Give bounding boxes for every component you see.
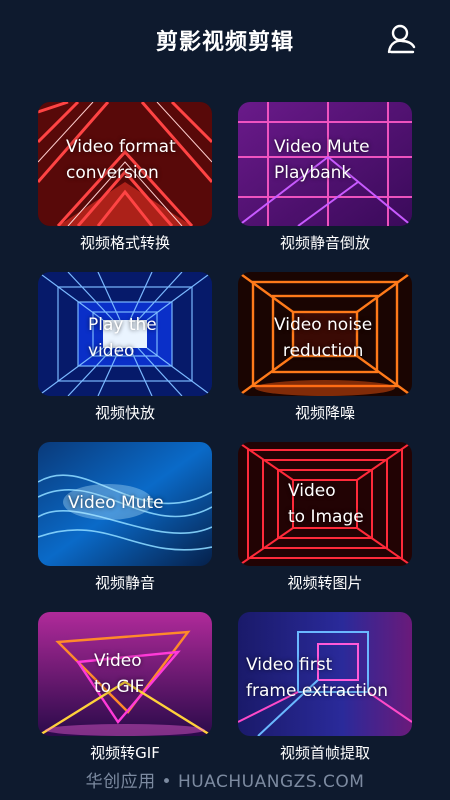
tool-label-noise-reduction[interactable]: 视频降噪 <box>238 402 412 423</box>
tool-label-mute-reverse[interactable]: 视频静音倒放 <box>238 232 412 253</box>
tool-card-first-frame[interactable]: Video first frame extraction <box>238 612 412 736</box>
card-text: Video to GIF <box>94 651 145 697</box>
tool-card-mute[interactable]: Video Mute <box>38 442 212 566</box>
card-text: Play the video <box>88 315 157 361</box>
watermark: 华创应用 • HUACHUANGZS.COM <box>85 772 365 792</box>
tool-label-first-frame[interactable]: 视频首帧提取 <box>238 742 412 763</box>
tool-card-to-image[interactable]: Video to Image <box>238 442 412 566</box>
tool-card-format-conversion[interactable]: Video format conversion <box>38 102 212 226</box>
card-text: Video format conversion <box>66 137 176 183</box>
card-text: Video noise reduction <box>274 315 373 361</box>
tool-card-fast-play[interactable]: Play the video <box>38 272 212 396</box>
tool-card-to-gif[interactable]: Video to GIF <box>38 612 212 736</box>
tool-label-format-conversion[interactable]: 视频格式转换 <box>38 232 212 253</box>
card-text: Video Mute <box>68 493 164 513</box>
card-text: Video to Image <box>288 481 364 527</box>
tool-card-mute-reverse[interactable]: Video Mute Playbank <box>238 102 412 226</box>
card-text: Video first frame extraction <box>246 655 389 701</box>
tool-label-to-gif[interactable]: 视频转GIF <box>38 742 212 763</box>
tool-label-mute[interactable]: 视频静音 <box>38 572 212 593</box>
tool-label-fast-play[interactable]: 视频快放 <box>38 402 212 423</box>
tool-grid: Video format conversion 视频格式转换 Video Mut… <box>0 0 450 763</box>
tool-card-noise-reduction[interactable]: Video noise reduction <box>238 272 412 396</box>
card-text: Video Mute Playbank <box>274 137 370 183</box>
tool-label-to-image[interactable]: 视频转图片 <box>238 572 412 593</box>
